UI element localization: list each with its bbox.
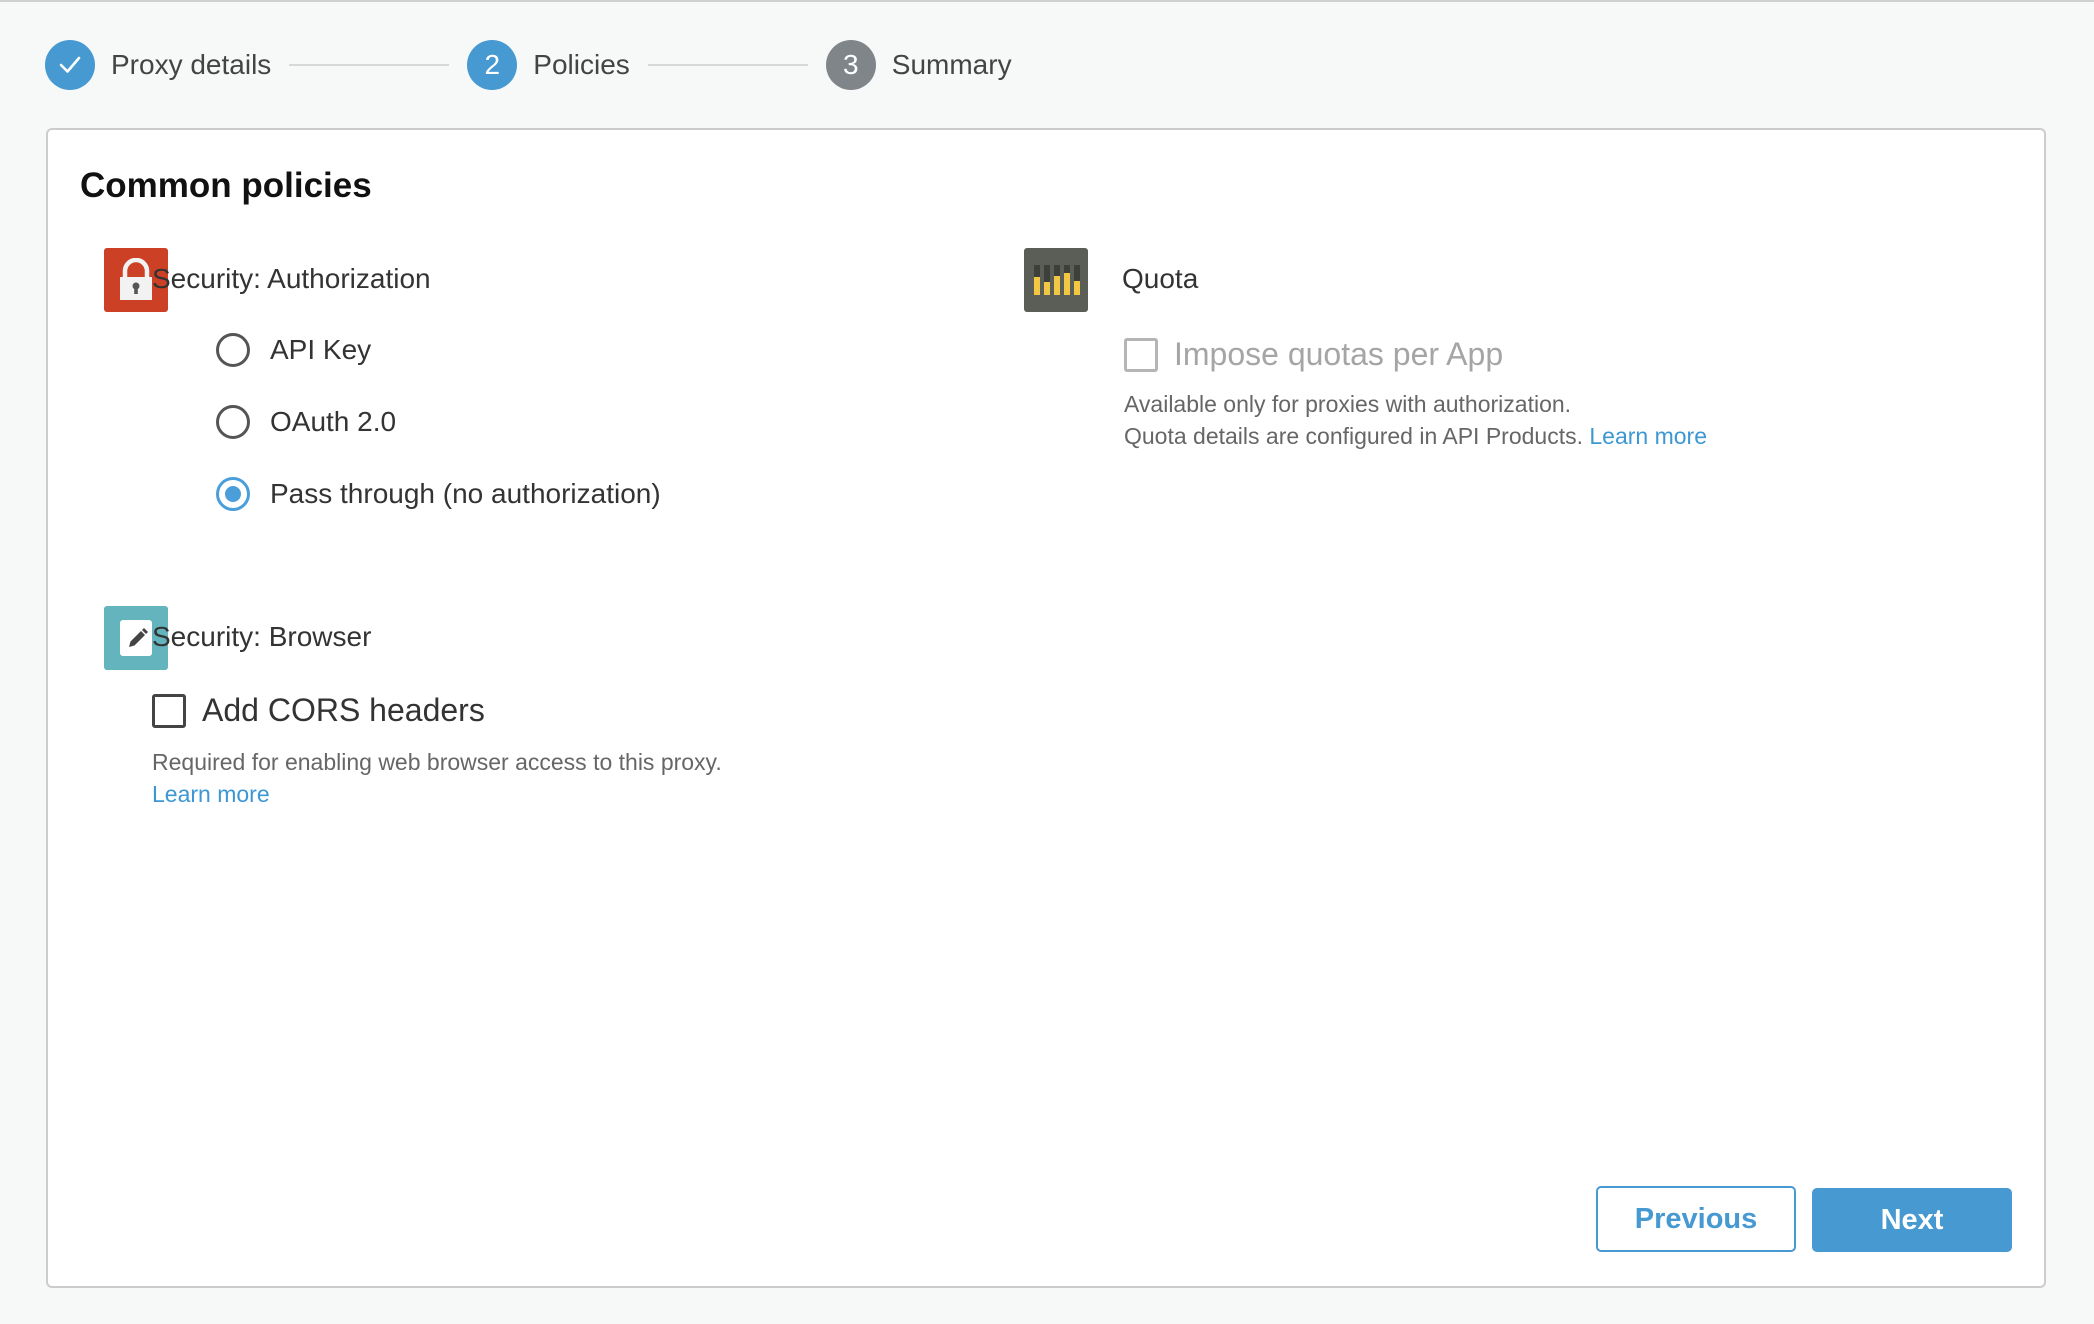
step-label: Proxy details	[111, 49, 272, 80]
next-button[interactable]: Next	[1812, 1188, 2012, 1252]
cors-checkbox[interactable]	[152, 693, 186, 728]
radio-button[interactable]	[216, 333, 250, 367]
step-number-badge: 3	[825, 40, 876, 90]
radio-api-key[interactable]: API Key	[216, 333, 371, 367]
quota-help-line2: Quota details are configured in API Prod…	[1124, 420, 1707, 452]
radio-pass-through[interactable]: Pass through (no authorization)	[216, 477, 661, 511]
card-title: Common policies	[80, 166, 372, 205]
browser-learn-more-link[interactable]: Learn more	[152, 781, 270, 807]
radio-oauth[interactable]: OAuth 2.0	[216, 405, 396, 439]
step-connector	[647, 64, 808, 66]
radio-button-selected[interactable]	[216, 477, 250, 511]
impose-quotas-checkbox[interactable]	[1124, 337, 1158, 372]
step-policies[interactable]: 2 Policies	[467, 40, 630, 90]
policies-card: Common policies Security: Authorization …	[46, 128, 2046, 1288]
quota-heading: Quota	[1122, 263, 1199, 294]
step-label: Policies	[533, 49, 630, 80]
quota-help-line2-text: Quota details are configured in API Prod…	[1124, 423, 1583, 449]
quota-help-line1: Available only for proxies with authoriz…	[1124, 391, 1572, 417]
browser-heading: Security: Browser	[152, 621, 372, 652]
authorization-heading: Security: Authorization	[152, 263, 431, 294]
browser-help-line: Required for enabling web browser access…	[152, 749, 722, 775]
previous-button[interactable]: Previous	[1596, 1186, 1796, 1252]
step-completed-badge	[45, 40, 95, 90]
cors-checkbox-row[interactable]: Add CORS headers	[152, 692, 485, 729]
quota-bars-icon	[1024, 248, 1088, 312]
radio-label: OAuth 2.0	[270, 406, 397, 437]
impose-quotas-checkbox-row[interactable]: Impose quotas per App	[1124, 336, 1503, 373]
wizard-stepper: Proxy details 2 Policies 3 Summary	[45, 40, 1012, 90]
radio-label: Pass through (no authorization)	[270, 478, 661, 509]
step-proxy-details[interactable]: Proxy details	[45, 40, 271, 90]
checkbox-label: Add CORS headers	[202, 692, 485, 728]
radio-button[interactable]	[216, 405, 250, 439]
step-label: Summary	[891, 49, 1012, 80]
check-icon	[59, 56, 81, 73]
step-connector	[289, 64, 450, 66]
step-summary[interactable]: 3 Summary	[825, 40, 1012, 90]
quota-help-text: Available only for proxies with authoriz…	[1124, 388, 1707, 452]
radio-label: API Key	[270, 334, 372, 365]
step-number-badge: 2	[467, 40, 518, 90]
browser-help-text: Required for enabling web browser access…	[152, 746, 722, 810]
quota-learn-more-link[interactable]: Learn more	[1589, 423, 1707, 449]
checkbox-label: Impose quotas per App	[1174, 336, 1504, 372]
